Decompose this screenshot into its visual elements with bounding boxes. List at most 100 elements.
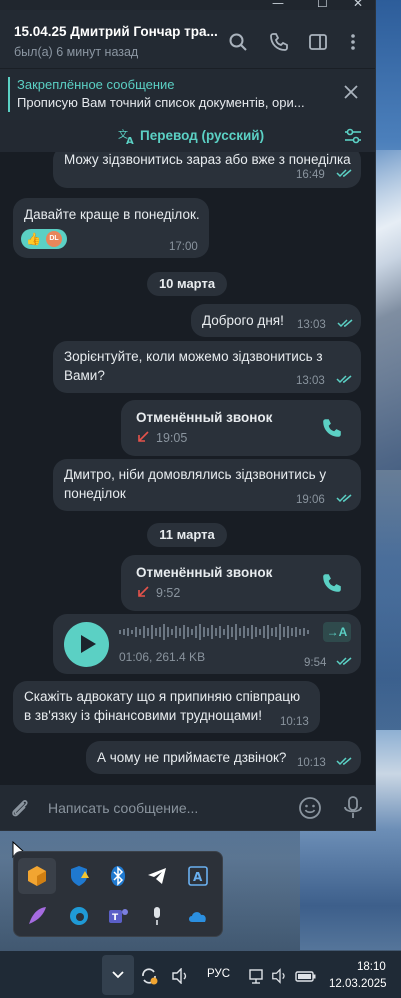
play-icon (81, 635, 96, 653)
bluetooth-icon[interactable] (106, 864, 130, 888)
message-outgoing[interactable]: Зорієнтуйте, коли можемо зідзвонитись з … (53, 341, 361, 393)
message-incoming[interactable]: Давайте краще в понеділок. 👍 DL 17:00 (13, 198, 209, 258)
package-app-icon[interactable] (25, 864, 49, 888)
message-list[interactable]: Можу зідзвонитись зараз або вже з понеді… (0, 152, 375, 785)
message-time: 16:49 (296, 169, 325, 181)
chat-status: был(а) 6 минут назад (14, 45, 139, 59)
clock-date[interactable]: 12.03.2025 (329, 978, 387, 990)
waveform[interactable] (119, 622, 313, 642)
feather-app-icon[interactable] (25, 904, 49, 928)
pinned-message-bar[interactable]: Закреплённое сообщение Прописую Вам точн… (0, 68, 375, 120)
play-button[interactable] (64, 622, 109, 667)
message-time: 19:06 (296, 494, 325, 506)
close-icon[interactable] (343, 84, 359, 100)
network-icon[interactable] (248, 967, 266, 985)
security-warning-icon[interactable] (67, 864, 91, 888)
read-checkmarks-icon (337, 319, 353, 328)
speaker-icon[interactable] (271, 968, 289, 984)
message-outgoing[interactable]: Дмитро, ніби домовлялись зідзвонитись у … (53, 459, 361, 511)
svg-text:A: A (193, 870, 203, 884)
voice-message[interactable]: 01:06, 261.4 KB →A 9:54 (53, 614, 361, 674)
input-language[interactable]: РУС (207, 968, 230, 980)
onedrive-icon[interactable] (186, 904, 210, 928)
pinned-accent-bar (8, 77, 10, 112)
call-title: Отменённый звонок (136, 565, 273, 580)
microphone-icon[interactable] (342, 795, 364, 821)
chat-header[interactable]: 15.04.25 Дмитрий Гончар тра... был(а) 6 … (0, 10, 375, 68)
read-checkmarks-icon (336, 169, 352, 178)
teams-icon[interactable]: T (106, 904, 130, 928)
message-text: А чому не приймаєте дзвінок? (97, 750, 287, 765)
pinned-title: Закреплённое сообщение (17, 77, 175, 92)
message-outgoing[interactable]: Можу зідзвонитись зараз або вже з понеді… (53, 152, 361, 188)
message-time: 13:03 (296, 375, 325, 387)
attach-icon[interactable] (9, 797, 31, 819)
tray-overflow-popup: A T (13, 851, 223, 937)
translate-icon: 文 A (118, 128, 134, 145)
pinned-text: Прописую Вам точний список документів, о… (17, 95, 305, 110)
reaction-emoji: 👍 (26, 232, 41, 246)
missed-call-arrow-icon (138, 431, 149, 442)
sidebar-toggle-icon[interactable] (308, 32, 328, 52)
translate-label[interactable]: Перевод (русский) (140, 128, 264, 143)
message-text: Давайте краще в понеділок. (24, 207, 200, 222)
microphone-icon[interactable] (145, 904, 169, 928)
call-message[interactable]: Отменённый звонок 9:52 (121, 555, 361, 611)
window-titlebar: — ☐ ✕ (0, 0, 375, 10)
phone-call-icon[interactable] (321, 572, 343, 594)
message-time: 13:03 (297, 319, 326, 331)
sync-icon[interactable] (139, 966, 159, 986)
message-text-line1: Скажіть адвокату що я припиняю співпрацю (24, 689, 301, 704)
read-checkmarks-icon (336, 494, 352, 503)
read-checkmarks-icon (336, 375, 352, 384)
message-time: 17:00 (169, 241, 198, 253)
edge-browser-icon[interactable] (67, 904, 91, 928)
read-checkmarks-icon (336, 757, 352, 766)
battery-icon[interactable] (295, 968, 317, 984)
call-time: 19:05 (156, 431, 188, 445)
phone-call-icon[interactable] (321, 417, 343, 439)
message-text-line2: понеділок (64, 486, 126, 501)
message-text-line1: Дмитро, ніби домовлялись зідзвонитись у (64, 467, 327, 482)
translate-settings-icon[interactable] (344, 127, 362, 145)
minimize-button[interactable]: — (272, 0, 284, 10)
message-time: 10:13 (280, 716, 309, 728)
telegram-window: — ☐ ✕ 15.04.25 Дмитрий Гончар тра... был… (0, 0, 376, 831)
telegram-icon[interactable] (145, 864, 169, 888)
avatar: DL (46, 231, 62, 247)
text-input-icon[interactable]: A (186, 864, 210, 888)
call-time: 9:52 (156, 586, 181, 600)
message-outgoing[interactable]: А чому не приймаєте дзвінок? 10:13 (86, 741, 361, 774)
show-hidden-icons-button[interactable] (102, 955, 134, 995)
date-separator: 10 марта (147, 272, 227, 296)
svg-text:T: T (112, 913, 119, 923)
message-text: Доброго дня! (202, 313, 284, 328)
volume-icon[interactable] (171, 968, 191, 984)
message-text-line2: Вами? (64, 368, 105, 383)
message-input[interactable] (48, 798, 278, 818)
close-window-button[interactable]: ✕ (353, 0, 363, 10)
call-message[interactable]: Отменённый звонок 19:05 (121, 400, 361, 456)
phone-call-icon[interactable] (269, 32, 289, 52)
missed-call-arrow-icon (138, 586, 149, 597)
reaction-chip[interactable]: 👍 DL (21, 229, 67, 249)
message-incoming[interactable]: Скажіть адвокату що я припиняю співпрацю… (13, 681, 320, 733)
chevron-down-icon (112, 971, 124, 979)
svg-text:A: A (126, 136, 134, 145)
date-separator: 11 марта (147, 523, 227, 547)
chat-title[interactable]: 15.04.25 Дмитрий Гончар тра... (14, 24, 224, 39)
taskbar: РУС 18:10 12.03.2025 (0, 951, 401, 998)
message-time: 10:13 (297, 757, 326, 769)
message-time: 9:54 (304, 657, 327, 669)
voice-meta: 01:06, 261.4 KB (119, 650, 206, 664)
translate-bar[interactable]: 文 A Перевод (русский) (0, 120, 375, 152)
call-title: Отменённый звонок (136, 410, 273, 425)
transcribe-button[interactable]: →A (323, 622, 351, 642)
clock-time[interactable]: 18:10 (357, 961, 386, 973)
message-outgoing[interactable]: Доброго дня! 13:03 (191, 304, 361, 337)
read-checkmarks-icon (336, 657, 352, 666)
maximize-button[interactable]: ☐ (317, 0, 328, 10)
emoji-icon[interactable] (298, 796, 322, 820)
search-icon[interactable] (228, 32, 248, 52)
more-menu-icon[interactable] (343, 32, 363, 52)
